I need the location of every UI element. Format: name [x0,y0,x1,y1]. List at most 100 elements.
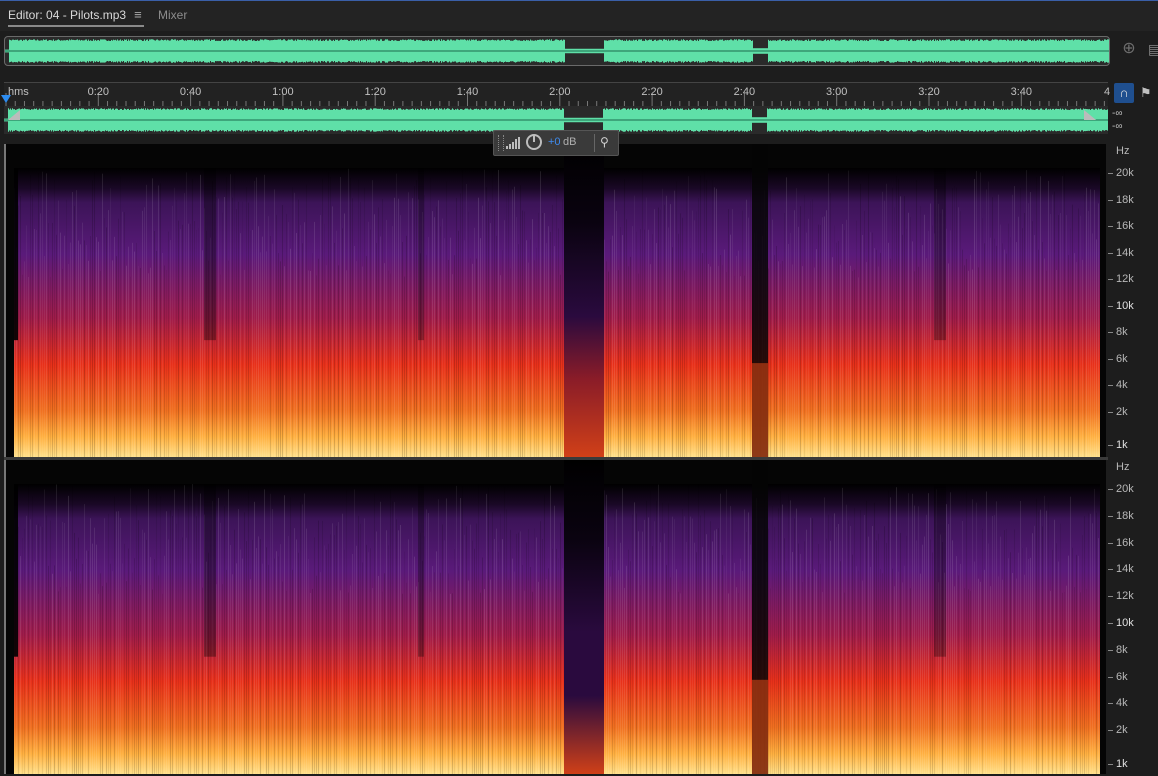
spectrogram-streak [122,211,123,457]
spectrogram-streak [724,565,725,774]
spectrogram-streak [620,542,621,774]
spectrogram-streak [278,556,279,774]
zoom-icon[interactable]: ⊕ [1120,40,1138,58]
spectrogram-streak [894,586,895,774]
spectrogram-streak [866,500,867,774]
spectrogram-streak [560,522,561,774]
spectrogram-streak [222,212,223,457]
spectrogram-quiet-band [418,168,424,341]
spectrogram-streak [244,512,245,774]
frequency-tick [1108,703,1113,705]
spectrogram-streak [896,487,897,774]
spectrogram-streak [484,169,485,457]
pin-icon[interactable]: ⚲ [600,135,609,149]
ruler-tick-label: 3:40 [1010,86,1033,98]
spectrogram-streak [702,253,703,457]
spectrogram-streak [696,211,697,457]
spectrogram-streak [1054,191,1055,457]
spectrogram-streak [626,219,627,457]
spectral-channel-left[interactable] [6,144,1106,457]
spectrogram-streak [1034,235,1035,457]
spectrogram-streak [534,528,535,774]
spectrogram-streak [308,558,309,774]
spectrogram-streak [746,532,747,774]
spectrogram-streak [544,494,545,774]
spectrogram-streak [962,249,963,457]
spectrogram-streak [642,531,643,774]
fade-in-handle[interactable] [8,110,20,120]
tab-editor[interactable]: Editor: 04 - Pilots.mp3 ≡ [8,7,144,27]
spectrogram-streak [1024,574,1025,774]
spectrogram-streak [400,524,401,774]
spectrogram-streak [832,257,833,457]
spectrogram-streak [516,533,517,774]
spectrogram-streak [658,207,659,457]
fade-out-handle[interactable] [1084,110,1096,120]
spectrogram-streak [28,276,29,457]
spectrogram-streak [140,267,141,457]
spectrogram-streak [488,487,489,774]
spectrogram-streak [838,240,839,457]
spectrogram-streak [932,225,933,457]
spectrogram-streak [154,230,155,457]
spectrogram-streak [386,530,387,774]
spectrogram-streak [832,516,833,774]
spectrogram-streak [930,203,931,457]
spectrogram-streak [436,551,437,774]
spectrogram-streak [280,261,281,457]
volume-hud[interactable]: +0 dB ⚲ [493,130,619,156]
spectrogram-streak [154,559,155,774]
spectrogram-streak [100,573,101,774]
spectral-channel-right[interactable] [6,460,1106,774]
spectrogram-streak [490,579,491,774]
time-ruler[interactable]: hms 0:20 0:40 1:00 1:20 1:40 2:00 2:20 2:40 3:00… [4,82,1110,107]
spectrogram-streak [616,509,617,774]
spectrogram-streak [882,573,883,774]
spectrogram-streak [1060,213,1061,457]
spectrogram-streak [312,253,313,457]
spectrogram-streak [40,213,41,457]
spectrogram-streak [922,544,923,774]
spectrogram-streak [1074,253,1075,457]
hud-grip-handle[interactable] [498,135,504,151]
spectrogram-streak [20,195,21,457]
spectrogram-streak [1044,495,1045,774]
spectrogram-streak [248,202,249,457]
spectrogram-streak [498,551,499,774]
spectrogram-streak [664,533,665,774]
spectrogram-streak [708,263,709,457]
tab-mixer[interactable]: Mixer [158,7,187,25]
spectrogram-streak [768,268,769,457]
spectrogram-streak [32,496,33,774]
volume-knob[interactable] [526,134,542,150]
frequency-label: 14k [1116,246,1134,259]
tab-menu-icon[interactable]: ≡ [134,7,142,22]
frequency-label: 10k [1116,616,1134,629]
spectrogram-streak [730,506,731,774]
spectrogram-streak [158,185,159,457]
spectrogram-streak [846,219,847,457]
spectrogram-streak [530,239,531,457]
spectrogram-streak [224,506,225,774]
spectrogram-streak [800,206,801,457]
spectrogram-streak [390,489,391,774]
volume-value[interactable]: +0 [548,136,561,148]
spectrogram-streak [78,537,79,774]
spectrogram-streak [1074,587,1075,774]
spectrogram-streak [828,173,829,457]
spectrogram-streak [322,520,323,774]
marker-icon[interactable]: ⚑ [1140,83,1154,103]
spectrogram-streak [116,511,117,774]
spectrogram-streak [270,493,271,774]
magnet-icon[interactable]: ∩ [1114,83,1134,103]
overview-waveform[interactable] [4,36,1110,66]
spectrogram-streak [860,183,861,457]
spectrogram-streak [134,251,135,457]
spectrogram-streak [296,539,297,774]
spectrogram-streak [252,229,253,457]
panel-menu-icon[interactable]: ▤ [1148,40,1158,58]
spectrogram-streak [198,497,199,774]
spectrogram-streak [58,200,59,457]
spectrogram-streak [982,218,983,457]
playhead-marker[interactable] [1,95,11,103]
